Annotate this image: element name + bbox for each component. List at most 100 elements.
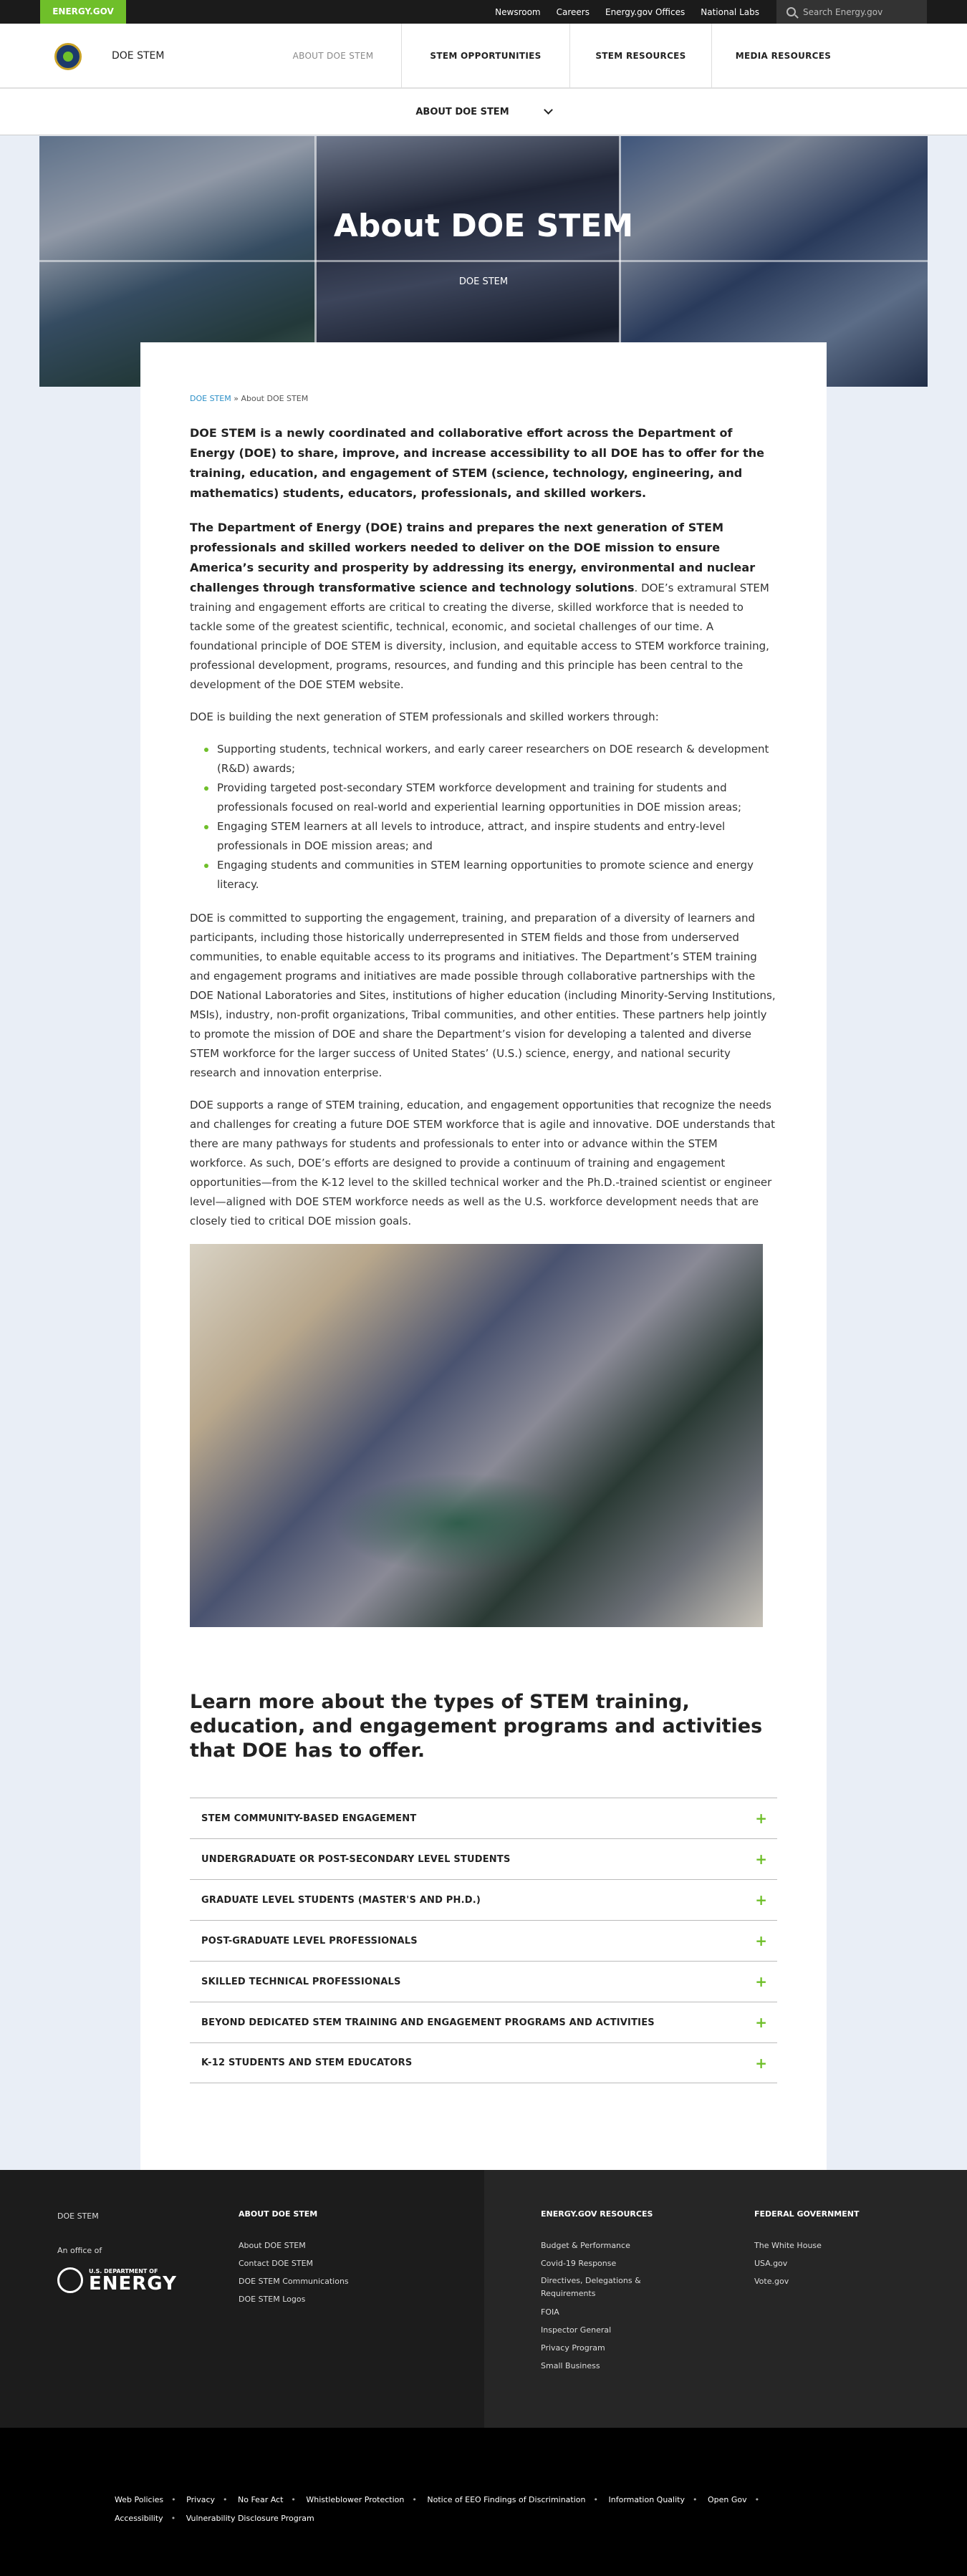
legal-footer: Web Policies • Privacy • No Fear Act • Whis… — [0, 2428, 967, 2576]
main-content: DOE STEM » About DOE STEM DOE STEM is a … — [190, 394, 777, 2083]
breadcrumb-home[interactable]: DOE STEM — [190, 394, 231, 403]
footer-link[interactable]: DOE STEM Communications — [239, 2272, 349, 2290]
page-title: About DOE STEM — [333, 208, 634, 244]
footer-col-federal: FEDERAL GOVERNMENT The White House USA.g… — [754, 2209, 859, 2290]
legal-link[interactable]: Privacy — [186, 2495, 215, 2504]
breadcrumb-current: About DOE STEM — [241, 394, 309, 403]
plus-icon: + — [755, 2054, 767, 2072]
accordion-item[interactable]: GRADUATE LEVEL STUDENTS (MASTER'S AND PH… — [190, 1879, 777, 1920]
section-nav-dropdown[interactable]: ABOUT DOE STEM — [0, 88, 967, 135]
doe-seal-icon[interactable] — [54, 43, 82, 70]
plus-icon: + — [755, 1891, 767, 1909]
logo-big-text: ENERGY — [89, 2272, 177, 2295]
main-nav: ABOUT DOE STEM STEM OPPORTUNITIES STEM R… — [265, 24, 855, 88]
legal-link[interactable]: Notice of EEO Findings of Discrimination — [427, 2495, 585, 2504]
search-icon — [786, 7, 796, 16]
footer-link[interactable]: DOE STEM Logos — [239, 2290, 349, 2308]
plus-icon: + — [755, 1810, 767, 1827]
nav-about-doe-stem[interactable]: ABOUT DOE STEM — [265, 24, 401, 88]
commitment-paragraph: DOE is committed to supporting the engag… — [190, 912, 776, 1079]
legal-link[interactable]: Open Gov — [708, 2495, 747, 2504]
accordion-label: SKILLED TECHNICAL PROFESSIONALS — [201, 1976, 401, 1987]
footer-link[interactable]: Inspector General — [541, 2321, 677, 2339]
site-name[interactable]: DOE STEM — [112, 24, 164, 88]
accordion-item[interactable]: SKILLED TECHNICAL PROFESSIONALS + — [190, 1961, 777, 2002]
plus-icon: + — [755, 1973, 767, 1990]
content-card: DOE STEM » About DOE STEM DOE STEM is a … — [140, 342, 827, 2170]
section-nav-label: ABOUT DOE STEM — [415, 106, 509, 117]
chevron-down-icon — [543, 105, 553, 115]
accordion-label: POST-GRADUATE LEVEL PROFESSIONALS — [201, 1935, 418, 1947]
plus-icon: + — [755, 1851, 767, 1868]
nav-media-resources[interactable]: MEDIA RESOURCES — [711, 24, 855, 88]
list-item: Engaging STEM learners at all levels to … — [204, 817, 777, 856]
search-input[interactable]: Search Energy.gov — [776, 0, 927, 24]
accordion-label: BEYOND DEDICATED STEM TRAINING AND ENGAG… — [201, 2017, 655, 2028]
footer-col-resources: ENERGY.GOV RESOURCES Budget & Performanc… — [541, 2209, 677, 2375]
list-item: Supporting students, technical workers, … — [204, 740, 777, 778]
accordion-item[interactable]: BEYOND DEDICATED STEM TRAINING AND ENGAG… — [190, 2002, 777, 2042]
nav-stem-resources[interactable]: STEM RESOURCES — [569, 24, 711, 88]
mission-paragraph: The Department of Energy (DOE) trains an… — [190, 518, 777, 695]
hero-divider — [39, 260, 928, 262]
footer-link[interactable]: FOIA — [541, 2303, 677, 2321]
footer-link[interactable]: Directives, Delegations & Requirements — [541, 2274, 677, 2300]
accordion-label: UNDERGRADUATE OR POST-SECONDARY LEVEL ST… — [201, 1853, 511, 1865]
accordion-label: STEM COMMUNITY-BASED ENGAGEMENT — [201, 1813, 417, 1824]
list-item: Engaging students and communities in STE… — [204, 856, 777, 894]
doe-seal-icon — [57, 2267, 83, 2293]
legal-link[interactable]: Whistleblower Protection — [306, 2495, 404, 2504]
accordion-item[interactable]: UNDERGRADUATE OR POST-SECONDARY LEVEL ST… — [190, 1838, 777, 1879]
legal-link[interactable]: No Fear Act — [238, 2495, 283, 2504]
utility-link-newsroom[interactable]: Newsroom — [495, 7, 540, 17]
footer-col-title: ABOUT DOE STEM — [239, 2209, 318, 2219]
program-accordion: STEM COMMUNITY-BASED ENGAGEMENT + UNDERGR… — [190, 1798, 777, 2083]
accordion-label: GRADUATE LEVEL STUDENTS (MASTER'S AND PH… — [201, 1894, 481, 1906]
mission-text: . DOE’s extramural STEM training and eng… — [190, 582, 769, 691]
footer-col-title: FEDERAL GOVERNMENT — [754, 2209, 860, 2219]
legal-link[interactable]: Web Policies — [115, 2495, 163, 2504]
accordion-item[interactable]: STEM COMMUNITY-BASED ENGAGEMENT + — [190, 1798, 777, 1838]
intro-paragraph: DOE STEM is a newly coordinated and coll… — [190, 426, 765, 500]
doe-energy-logo[interactable]: U.S. DEPARTMENT OF ENERGY — [57, 2267, 177, 2293]
footer-col-title: ENERGY.GOV RESOURCES — [541, 2209, 653, 2219]
footer-link[interactable]: The White House — [754, 2237, 859, 2254]
utility-link-offices[interactable]: Energy.gov Offices — [605, 7, 685, 17]
footer-link[interactable]: About DOE STEM — [239, 2237, 349, 2254]
building-paragraph: DOE is building the next generation of S… — [190, 710, 659, 723]
utility-bar: ENERGY.GOV Newsroom Careers Energy.gov O… — [0, 0, 967, 24]
plus-icon: + — [755, 2014, 767, 2031]
utility-link-national-labs[interactable]: National Labs — [701, 7, 759, 17]
nav-stem-opportunities[interactable]: STEM OPPORTUNITIES — [401, 24, 569, 88]
footer-link[interactable]: Contact DOE STEM — [239, 2254, 349, 2272]
accordion-item[interactable]: K-12 STUDENTS AND STEM EDUCATORS + — [190, 2042, 777, 2083]
page-subtitle: DOE STEM — [458, 276, 509, 287]
accordion-label: K-12 STUDENTS AND STEM EDUCATORS — [201, 2058, 413, 2068]
legal-link[interactable]: Information Quality — [609, 2495, 685, 2504]
footer-brand[interactable]: DOE STEM — [57, 2211, 99, 2221]
breadcrumb: DOE STEM » About DOE STEM — [190, 394, 777, 403]
learn-more-heading: Learn more about the types of STEM train… — [190, 1691, 763, 1762]
footer-link[interactable]: Privacy Program — [541, 2339, 677, 2357]
breadcrumb-separator: » — [231, 394, 241, 403]
list-item: Providing targeted post-secondary STEM w… — [204, 778, 777, 817]
supports-paragraph: DOE supports a range of STEM training, e… — [190, 1099, 775, 1227]
footer-link[interactable]: USA.gov — [754, 2254, 859, 2272]
energy-gov-link[interactable]: ENERGY.GOV — [40, 0, 126, 24]
utility-links: Newsroom Careers Energy.gov Offices Nati… — [495, 0, 759, 24]
legal-link[interactable]: Vulnerability Disclosure Program — [186, 2514, 314, 2523]
footer-link[interactable]: Small Business — [541, 2357, 677, 2375]
site-footer: DOE STEM An office of U.S. DEPARTMENT OF… — [0, 2170, 967, 2428]
students-robotics-photo — [190, 1244, 763, 1627]
accordion-item[interactable]: POST-GRADUATE LEVEL PROFESSIONALS + — [190, 1920, 777, 1961]
footer-link[interactable]: Vote.gov — [754, 2272, 859, 2290]
footer-col-about: ABOUT DOE STEM About DOE STEM Contact DO… — [239, 2209, 349, 2308]
bullet-list: Supporting students, technical workers, … — [204, 740, 777, 894]
footer-link[interactable]: Covid-19 Response — [541, 2254, 677, 2272]
legal-link[interactable]: Accessibility — [115, 2514, 163, 2523]
search-placeholder: Search Energy.gov — [803, 6, 883, 17]
footer-link[interactable]: Budget & Performance — [541, 2237, 677, 2254]
legal-links: Web Policies • Privacy • No Fear Act • Whis… — [115, 2495, 760, 2523]
plus-icon: + — [755, 1932, 767, 1949]
utility-link-careers[interactable]: Careers — [557, 7, 590, 17]
